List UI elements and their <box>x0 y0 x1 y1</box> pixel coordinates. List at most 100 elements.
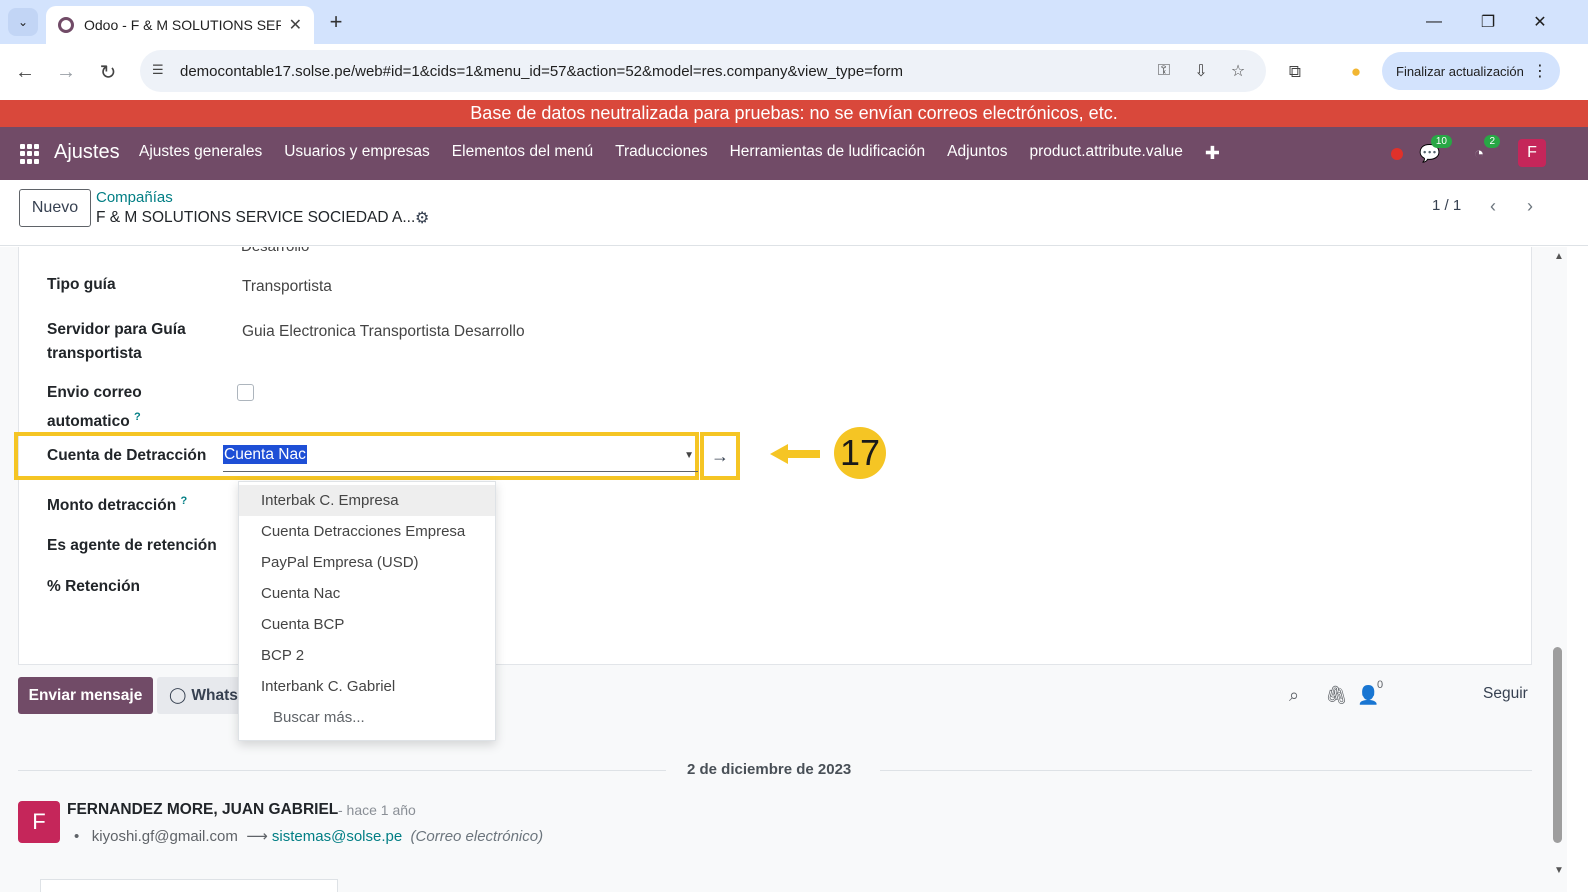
app-brand[interactable]: Ajustes <box>54 141 120 164</box>
close-window-icon[interactable]: ✕ <box>1526 8 1554 36</box>
message-author[interactable]: FERNANDEZ MORE, JUAN GABRIEL <box>67 801 338 819</box>
servidor-guia-label-line2: transportista <box>47 345 142 362</box>
whatsapp-button[interactable]: ◯ WhatsApp <box>157 677 247 714</box>
step-number-badge: 17 <box>834 427 886 479</box>
envio-correo-label: Envio correo automatico ? <box>47 381 142 434</box>
help-tooltip-icon[interactable]: ? <box>180 495 187 507</box>
monto-detraccion-label: Monto detracción ? <box>47 489 187 518</box>
cuenta-detraccion-input[interactable]: Cuenta Nac ▼ <box>223 445 698 472</box>
tipo-guia-value[interactable]: Transportista <box>242 278 332 296</box>
activities-badge: 2 <box>1484 135 1500 148</box>
activities-icon[interactable]: ◔ 2 <box>1468 135 1500 167</box>
message-to-link[interactable]: sistemas@solse.pe <box>272 828 402 845</box>
pager-next-icon[interactable]: › <box>1514 192 1546 220</box>
url-text: democontable17.solse.pe/web#id=1&cids=1&… <box>180 62 903 80</box>
cuenta-detraccion-input-text: Cuenta Nac <box>223 445 307 464</box>
new-tab-icon[interactable]: + <box>322 8 350 36</box>
caret-down-icon[interactable]: ▼ <box>684 450 694 461</box>
reload-icon[interactable]: ↻ <box>94 58 122 86</box>
next-message-edge <box>40 879 338 892</box>
menu-product-attribute-value[interactable]: product.attribute.value <box>1030 143 1183 164</box>
send-message-button[interactable]: Enviar mensaje <box>18 677 153 714</box>
dropdown-option[interactable]: Cuenta BCP <box>239 609 495 640</box>
new-button[interactable]: Nuevo <box>19 189 91 227</box>
date-separator: 2 de diciembre de 2023 <box>18 761 1532 779</box>
browser-tab-strip: ⌄ Odoo - F & M SOLUTIONS SER ✕ + — ❐ ✕ <box>0 0 1588 44</box>
pager-previous-icon[interactable]: ‹ <box>1477 192 1509 220</box>
internal-link-button[interactable]: → <box>700 432 740 480</box>
restore-icon[interactable]: ❐ <box>1474 8 1502 36</box>
browser-tab[interactable]: Odoo - F & M SOLUTIONS SER ✕ <box>46 6 314 44</box>
monto-detraccion-label-text: Monto detracción <box>47 497 177 515</box>
menu-traducciones[interactable]: Traducciones <box>615 143 707 164</box>
chatter-actions: Enviar mensaje ◯ WhatsApp ⌕ 🖇 👤 0 Seguir <box>0 677 1550 717</box>
envio-correo-checkbox[interactable] <box>237 384 254 401</box>
cutoff-field-value: Desarrollo <box>241 247 309 255</box>
pager-value[interactable]: 1 / 1 <box>1432 197 1461 214</box>
gear-icon[interactable]: ⚙ <box>415 208 429 228</box>
search-more-link[interactable]: Buscar más... <box>239 702 495 733</box>
recording-dot-icon[interactable] <box>1390 141 1404 167</box>
dropdown-option[interactable]: Interbank C. Gabriel <box>239 671 495 702</box>
menu-herramientas-ludificacion[interactable]: Herramientas de ludificación <box>730 143 926 164</box>
address-bar[interactable]: ☰ democontable17.solse.pe/web#id=1&cids=… <box>140 50 1266 92</box>
tipo-guia-label: Tipo guía <box>47 276 116 293</box>
message-from: kiyoshi.gf@gmail.com <box>91 828 238 845</box>
servidor-guia-label: Servidor para Guía transportista <box>47 318 186 366</box>
menu-ajustes-generales[interactable]: Ajustes generales <box>139 143 262 164</box>
scroll-up-icon[interactable]: ▲ <box>1554 251 1564 262</box>
user-avatar[interactable]: F <box>1518 139 1546 167</box>
separator-line <box>18 770 666 771</box>
menu-adjuntos[interactable]: Adjuntos <box>947 143 1007 164</box>
back-icon[interactable]: ← <box>11 58 39 86</box>
dropdown-option[interactable]: PayPal Empresa (USD) <box>239 547 495 578</box>
paperclip-icon[interactable]: 🖇 <box>1325 685 1348 706</box>
navbar-menu: Ajustes generales Usuarios y empresas El… <box>139 143 1242 164</box>
scroll-down-icon[interactable]: ▼ <box>1554 865 1564 876</box>
password-key-icon[interactable]: ⚿ <box>1153 60 1175 82</box>
odoo-favicon-icon <box>58 17 74 33</box>
profile-icon[interactable]: ● <box>1345 61 1367 83</box>
messages-icon[interactable]: 💬 10 <box>1418 135 1452 167</box>
dropdown-option[interactable]: Interbak C. Empresa <box>239 485 495 516</box>
dropdown-option[interactable]: Cuenta Nac <box>239 578 495 609</box>
message-author-avatar[interactable]: F <box>18 801 60 843</box>
extensions-icon[interactable]: ⧉ <box>1284 61 1306 83</box>
message-date: - hace 1 año <box>338 802 416 818</box>
forward-icon[interactable]: → <box>52 58 80 86</box>
install-icon[interactable]: ⇩ <box>1190 60 1212 82</box>
neutralized-db-banner: Base de datos neutralizada para pruebas:… <box>0 100 1588 127</box>
odoo-navbar: Ajustes Ajustes generales Usuarios y emp… <box>0 127 1588 180</box>
close-tab-icon[interactable]: ✕ <box>289 15 302 35</box>
tab-list-icon[interactable]: ⌄ <box>8 8 38 36</box>
dropdown-option[interactable]: BCP 2 <box>239 640 495 671</box>
update-button[interactable]: Finalizar actualización ⋮ <box>1382 52 1560 90</box>
search-icon[interactable]: ⌕ <box>1289 685 1299 706</box>
dropdown-option[interactable]: Cuenta Detracciones Empresa <box>239 516 495 547</box>
message-recipients: • kiyoshi.gf@gmail.com ⟶ sistemas@solse.… <box>74 828 544 845</box>
callout-arrow-icon <box>770 444 820 464</box>
breadcrumb-parent[interactable]: Compañías <box>96 189 173 206</box>
control-panel: Nuevo Compañías F & M SOLUTIONS SERVICE … <box>0 180 1588 246</box>
form-area: Desarrollo Tipo guía Transportista Servi… <box>0 247 1550 892</box>
update-button-label: Finalizar actualización <box>1396 63 1524 79</box>
page-scrollbar[interactable]: ▲ ▼ <box>1550 247 1567 892</box>
help-tooltip-icon[interactable]: ? <box>134 411 141 423</box>
bookmark-star-icon[interactable]: ☆ <box>1227 60 1249 82</box>
arrow-right-icon: ⟶ <box>246 828 268 845</box>
envio-correo-label-line1: Envio correo <box>47 384 142 401</box>
site-info-icon[interactable]: ☰ <box>152 62 170 80</box>
menu-usuarios-empresas[interactable]: Usuarios y empresas <box>284 143 430 164</box>
apps-menu-icon[interactable] <box>20 144 40 164</box>
servidor-guia-value[interactable]: Guia Electronica Transportista Desarroll… <box>242 323 525 341</box>
plus-icon[interactable]: ✚ <box>1205 143 1220 164</box>
scrollbar-thumb[interactable] <box>1553 647 1562 843</box>
menu-elementos-menu[interactable]: Elementos del menú <box>452 143 593 164</box>
browser-toolbar: ← → ↻ ☰ democontable17.solse.pe/web#id=1… <box>0 44 1588 100</box>
retencion-label: % Retención <box>47 578 141 595</box>
minimize-icon[interactable]: — <box>1420 8 1448 36</box>
arrow-right-icon: → <box>711 445 729 466</box>
menu-dots-icon[interactable]: ⋮ <box>1532 61 1548 81</box>
account-dropdown: Interbak C. Empresa Cuenta Detracciones … <box>238 481 496 741</box>
follow-button[interactable]: Seguir <box>1483 685 1528 703</box>
